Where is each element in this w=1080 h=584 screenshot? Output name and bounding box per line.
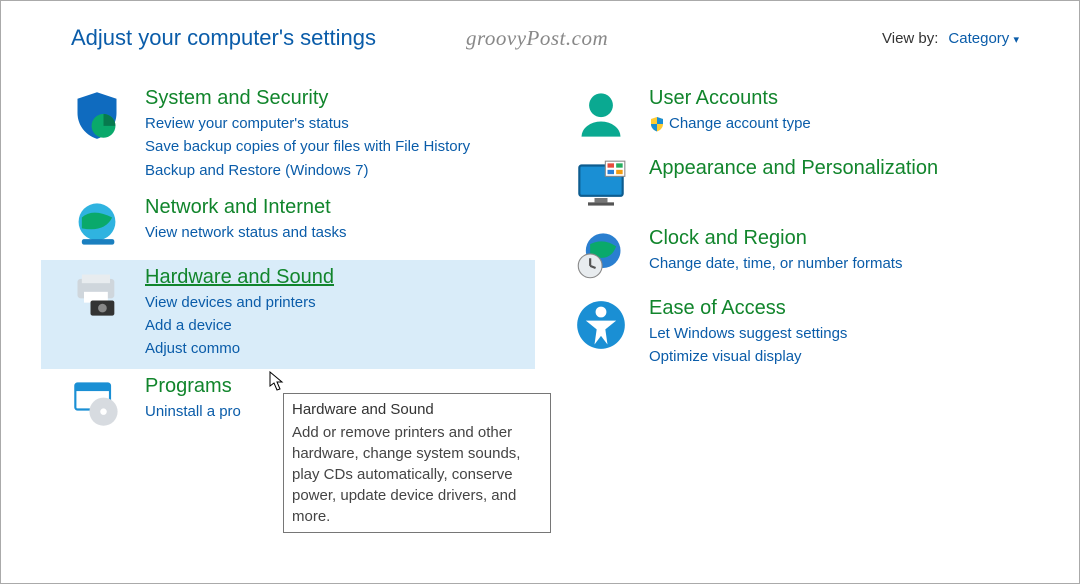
category-title[interactable]: Hardware and Sound [145,266,527,289]
tooltip: Hardware and Sound Add or remove printer… [283,393,551,533]
globe-icon [69,196,125,252]
link[interactable]: View network status and tasks [145,221,527,244]
link[interactable]: Optimize visual display [649,345,1031,368]
link[interactable]: Review your computer's status [145,112,527,135]
category-user-accounts[interactable]: User Accounts Change account type [545,81,1039,151]
category-body: Ease of Access Let Windows suggest setti… [649,297,1031,369]
category-network-internet[interactable]: Network and Internet View network status… [41,190,535,260]
link[interactable]: View devices and printers [145,291,527,314]
category-appearance[interactable]: Appearance and Personalization [545,151,1039,221]
category-title[interactable]: System and Security [145,87,527,110]
link[interactable]: Save backup copies of your files with Fi… [145,135,527,158]
left-column: System and Security Review your computer… [41,81,535,439]
category-title[interactable]: User Accounts [649,87,1031,110]
category-ease-access[interactable]: Ease of Access Let Windows suggest setti… [545,291,1039,377]
user-icon [573,87,629,143]
category-body: System and Security Review your computer… [145,87,527,182]
shield-icon [69,87,125,143]
category-hardware-sound[interactable]: Hardware and Sound View devices and prin… [41,260,535,369]
tooltip-body: Add or remove printers and other hardwar… [292,422,542,527]
category-title[interactable]: Clock and Region [649,227,1031,250]
link[interactable]: Let Windows suggest settings [649,322,1031,345]
link[interactable]: Change date, time, or number formats [649,252,1031,275]
view-by-dropdown[interactable]: Category ▾ [948,30,1019,47]
right-column: User Accounts Change account type Appear… [545,81,1039,439]
content: System and Security Review your computer… [1,63,1079,439]
category-title[interactable]: Appearance and Personalization [649,157,1031,180]
category-title[interactable]: Network and Internet [145,196,527,219]
link[interactable]: Backup and Restore (Windows 7) [145,159,527,182]
cursor-icon [267,371,287,393]
accessibility-icon [573,297,629,353]
category-body: Appearance and Personalization [649,157,1031,182]
category-title[interactable]: Ease of Access [649,297,1031,320]
page-title: Adjust your computer's settings [71,25,376,51]
globe-clock-icon [573,227,629,283]
link[interactable]: Adjust commo [145,337,527,360]
uac-shield-icon [649,116,665,132]
view-by-label: View by: [882,30,938,47]
category-body: User Accounts Change account type [649,87,1031,140]
chevron-down-icon: ▾ [1013,34,1019,46]
category-body: Network and Internet View network status… [145,196,527,244]
monitor-icon [573,157,629,213]
link[interactable]: Add a device [145,314,527,337]
category-body: Hardware and Sound View devices and prin… [145,266,527,361]
link[interactable]: Change account type [649,112,811,135]
window-disc-icon [69,375,125,431]
printer-camera-icon [69,266,125,322]
view-by-control: View by: Category ▾ [882,30,1019,47]
watermark: groovyPost.com [466,26,608,51]
header: Adjust your computer's settings groovyPo… [1,1,1079,63]
category-system-security[interactable]: System and Security Review your computer… [41,81,535,190]
tooltip-title: Hardware and Sound [292,399,542,420]
category-body: Clock and Region Change date, time, or n… [649,227,1031,275]
category-clock-region[interactable]: Clock and Region Change date, time, or n… [545,221,1039,291]
